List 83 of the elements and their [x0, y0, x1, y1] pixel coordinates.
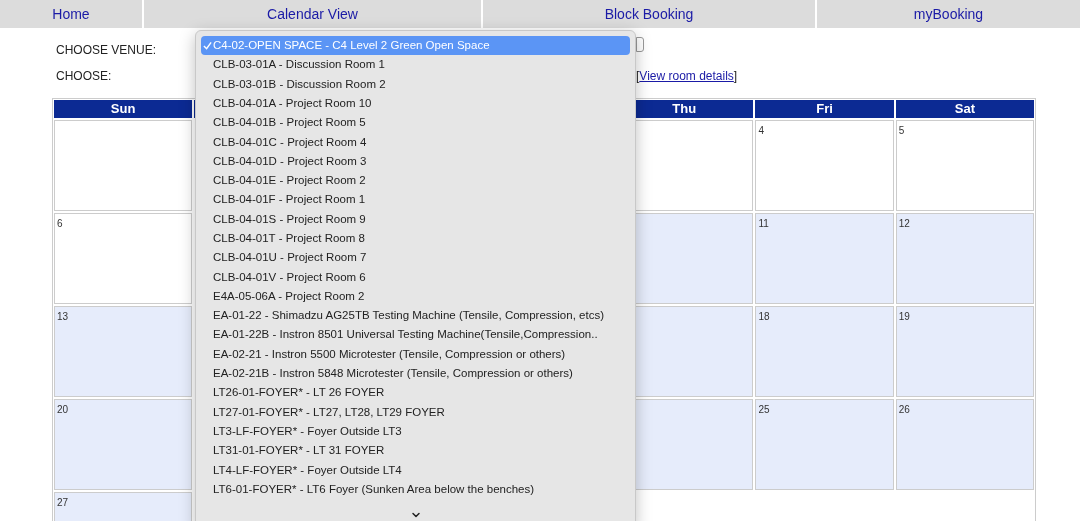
venue-option[interactable]: LT27-01-FOYER* - LT27, LT28, LT29 FOYER — [201, 402, 630, 422]
venue-option[interactable]: CLB-04-01U - Project Room 7 — [201, 248, 630, 268]
venue-option[interactable]: E4A-05-06A - Project Room 2 — [201, 286, 630, 307]
option-label: E4A-05-06A - Project Room 2 — [213, 288, 365, 304]
day-number: 19 — [898, 311, 910, 322]
option-label: LT26-01-FOYER* - LT 26 FOYER — [213, 385, 385, 401]
calendar-day-cell[interactable]: 5 — [895, 120, 1034, 211]
option-label: EA-01-22B - Instron 8501 Universal Testing Machine(Tensile,Compression.. — [213, 327, 598, 343]
venue-option[interactable]: CLB-04-01V - Project Room 6 — [201, 267, 630, 287]
option-label: CLB-04-01T - Project Room 8 — [213, 231, 365, 246]
venue-option[interactable]: LT26-01-FOYER* - LT 26 FOYER — [201, 383, 630, 403]
choose-label: CHOOSE: — [56, 68, 112, 85]
option-label: CLB-04-01E - Project Room 2 — [213, 173, 366, 189]
option-label: CLB-03-01A - Discussion Room 1 — [213, 57, 385, 73]
checkmark-icon — [202, 41, 212, 51]
venue-option[interactable]: CLB-03-01A - Discussion Room 1 — [201, 55, 630, 75]
calendar-header: Fri — [755, 100, 894, 118]
venue-option[interactable]: LT6-01-FOYER* - LT6 Foyer (Sunken Area below the benches) — [201, 479, 630, 500]
option-label: EA-01-22 - Shimadzu AG25TB Testing Machine (Tensile, Compression, etcs) — [213, 308, 604, 324]
venue-option[interactable]: CLB-04-01C - Project Room 4 — [201, 132, 630, 152]
venue-option[interactable]: CLB-04-01E - Project Room 2 — [201, 171, 630, 191]
option-label: CLB-04-01A - Project Room 10 — [213, 95, 372, 111]
option-label: CLB-04-01D - Project Room 3 — [213, 153, 367, 169]
calendar-day-cell[interactable] — [54, 120, 193, 211]
calendar-day-cell[interactable]: 26 — [895, 399, 1034, 490]
bracket-text: [ — [636, 68, 640, 85]
option-label: EA-02-21 - Instron 5500 Microtester (Tensile, Compression or others) — [213, 346, 566, 362]
venue-option[interactable]: CLB-03-01B - Discussion Room 2 — [201, 74, 630, 94]
calendar-header: Sat — [895, 100, 1034, 118]
venue-option[interactable]: CLB-04-01D - Project Room 3 — [201, 151, 630, 172]
venue-option[interactable]: EA-01-22 - Shimadzu AG25TB Testing Machine (Tensile, Compression, etcs) — [201, 306, 630, 326]
calendar-day-cell[interactable]: 12 — [895, 213, 1034, 304]
day-number: 5 — [898, 125, 905, 136]
nav-tab[interactable]: Block Booking — [481, 0, 815, 28]
option-label: CLB-04-01V - Project Room 6 — [213, 269, 366, 285]
day-number: 11 — [758, 218, 769, 229]
day-number: 6 — [57, 218, 63, 229]
option-label: LT6-01-FOYER* - LT6 Foyer (Sunken Area below the benches) — [213, 481, 535, 497]
view-room-details-link[interactable]: View room details — [639, 67, 734, 85]
nav-tab[interactable]: Home — [0, 0, 142, 28]
day-number: 27 — [57, 497, 69, 508]
option-label: CLB-04-01S - Project Room 9 — [213, 211, 366, 227]
day-number: 12 — [898, 218, 910, 229]
calendar-day-cell[interactable]: 20 — [54, 399, 193, 490]
calendar-day-cell[interactable]: 18 — [755, 306, 894, 397]
venue-option[interactable]: CLB-04-01F - Project Room 1 — [201, 190, 630, 210]
calendar-day-cell[interactable]: 25 — [755, 399, 894, 490]
day-number: 26 — [898, 404, 910, 415]
option-label: EA-02-21B - Instron 5848 Microtester (Tensile, Compression or others) — [213, 366, 573, 382]
venue-option[interactable]: EA-01-22B - Instron 8501 Universal Testing Machine(Tensile,Compression.. — [201, 325, 630, 345]
option-label: CLB-03-01B - Discussion Room 2 — [213, 76, 386, 92]
venue-option[interactable]: LT3-LF-FOYER* - Foyer Outside LT3 — [201, 421, 630, 442]
venue-option[interactable]: EA-02-21B - Instron 5848 Microtester (Tensile, Compression or others) — [201, 364, 630, 384]
calendar-day-cell[interactable]: 27 — [54, 492, 193, 521]
day-number: 25 — [758, 404, 770, 415]
day-number: 4 — [758, 125, 764, 136]
nav-tab[interactable]: myBooking — [815, 0, 1080, 28]
option-label: LT3-LF-FOYER* - Foyer Outside LT3 — [213, 423, 402, 439]
day-number: 18 — [758, 311, 770, 322]
nav-tab[interactable]: Calendar View — [142, 0, 481, 28]
calendar-day-cell[interactable]: 4 — [755, 120, 894, 211]
option-label: LT4-LF-FOYER* - Foyer Outside LT4 — [213, 462, 402, 478]
option-label: LT27-01-FOYER* - LT27, LT28, LT29 FOYER — [213, 404, 445, 420]
bracket-text: ] — [733, 68, 738, 85]
venue-option[interactable]: LT31-01-FOYER* - LT 31 FOYER — [201, 441, 630, 461]
calendar-day-cell[interactable]: 19 — [895, 306, 1034, 397]
calendar-header: Sun — [54, 100, 193, 118]
calendar-day-cell[interactable]: 11 — [755, 213, 894, 304]
venue-label: CHOOSE VENUE: — [56, 41, 157, 59]
day-number: 20 — [57, 404, 69, 415]
venue-option[interactable]: CLB-04-01S - Project Room 9 — [201, 209, 630, 229]
calendar-day-cell[interactable]: 13 — [54, 306, 193, 397]
venue-option[interactable]: EA-02-21 - Instron 5500 Microtester (Tensile, Compression or others) — [201, 344, 630, 365]
venue-option[interactable]: LT4-LF-FOYER* - Foyer Outside LT4 — [201, 460, 630, 480]
option-label: C4-02-OPEN SPACE - C4 Level 2 Green Open Space — [213, 38, 490, 53]
option-label: CLB-04-01B - Project Room 5 — [213, 115, 366, 131]
calendar-day-cell[interactable]: 6 — [54, 213, 193, 304]
day-number: 13 — [57, 311, 69, 322]
option-label: CLB-04-01C - Project Room 4 — [213, 134, 367, 150]
option-label: CLB-04-01F - Project Room 1 — [213, 192, 366, 208]
venue-option[interactable]: CLB-04-01T - Project Room 8 — [201, 228, 630, 249]
option-label: LT31-01-FOYER* - LT 31 FOYER — [213, 443, 385, 459]
option-label: CLB-04-01U - Project Room 7 — [213, 250, 367, 266]
